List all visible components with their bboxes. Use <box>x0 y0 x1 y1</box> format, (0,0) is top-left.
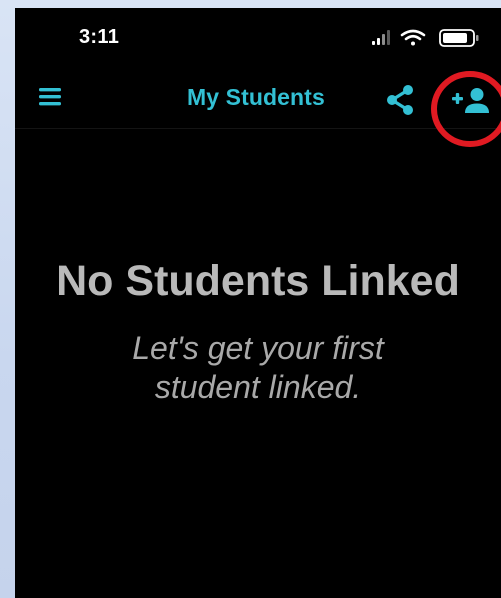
page-title: My Students <box>187 84 325 110</box>
add-person-icon[interactable] <box>451 86 491 114</box>
battery-icon <box>439 29 479 47</box>
empty-state-title: No Students Linked <box>56 257 460 305</box>
cellular-signal-icon <box>372 30 390 45</box>
status-icons <box>370 28 482 48</box>
app-header: My Students <box>15 64 501 129</box>
status-time: 3:11 <box>79 26 120 48</box>
share-icon[interactable] <box>385 84 415 116</box>
empty-state-subtitle: Let's get your first student linked. <box>132 330 384 405</box>
wifi-icon <box>400 29 426 46</box>
phone-screen: 3:11 My Students No Students Linked Let'… <box>15 8 501 598</box>
status-bar: 3:11 <box>15 8 501 60</box>
hamburger-menu-icon[interactable] <box>37 86 65 108</box>
empty-state: No Students Linked Let's get your first … <box>15 257 501 406</box>
